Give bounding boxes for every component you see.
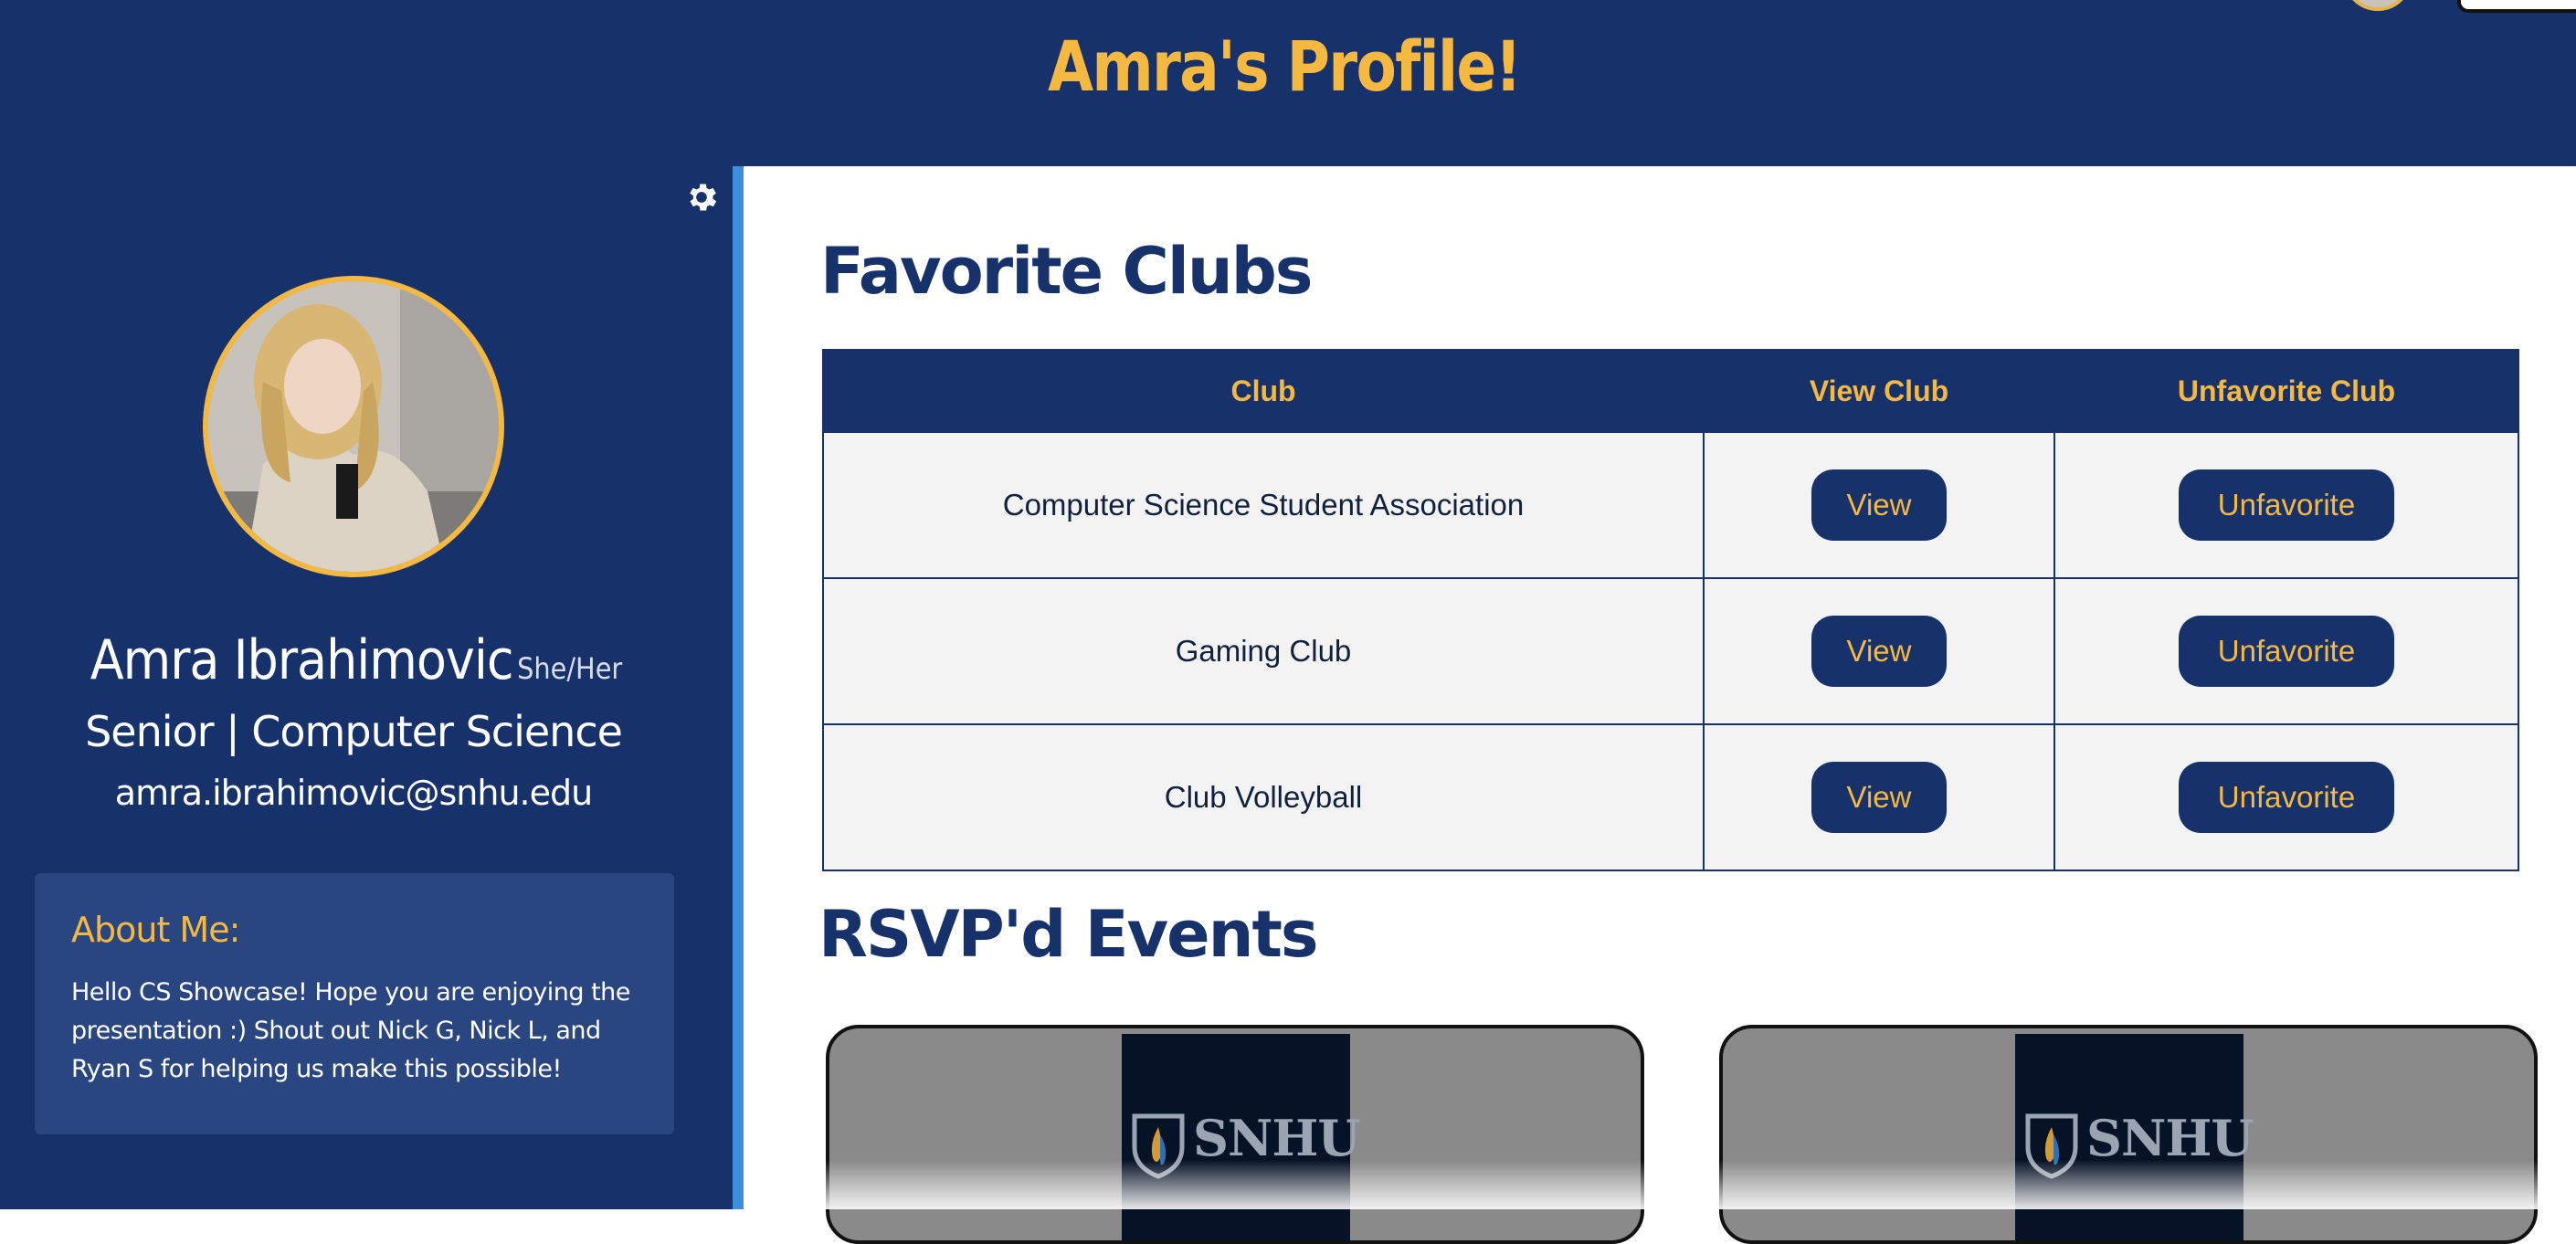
view-club-button[interactable]: View [1811, 762, 1947, 833]
favorite-clubs-title: Favorite Clubs [820, 234, 1313, 309]
event-image: SNHU [1122, 1034, 1360, 1240]
profile-name: Amra Ibrahimovic [90, 628, 514, 692]
profile-pronouns: She/Her [517, 651, 623, 686]
event-logo-text: SNHU [1193, 1109, 1360, 1167]
sidebar-divider [733, 166, 744, 1209]
profile-email: amra.ibrahimovic@snhu.edu [114, 773, 593, 813]
rsvp-events-title: RSVP'd Events [818, 897, 1319, 972]
unfavorite-club-button[interactable]: Unfavorite [2179, 616, 2394, 687]
view-club-button[interactable]: View [1811, 616, 1947, 687]
profile-major: Senior | Computer Science [85, 707, 623, 756]
club-name: Club Volleyball [822, 723, 1705, 871]
column-header-unfavorite-club: Unfavorite Club [2053, 349, 2519, 433]
page-title: Amra's Profile! [1048, 26, 1522, 107]
event-card[interactable]: SNHU [1719, 1025, 2538, 1244]
view-club-button[interactable]: View [1811, 469, 1947, 541]
unfavorite-club-button[interactable]: Unfavorite [2179, 762, 2394, 833]
event-logo-text: SNHU [2086, 1109, 2254, 1167]
header-menu-button[interactable] [2457, 0, 2576, 13]
table-row: Computer Science Student Association Vie… [822, 431, 2519, 579]
club-name: Gaming Club [822, 577, 1705, 725]
event-card[interactable]: SNHU [826, 1025, 1644, 1244]
favorite-clubs-table: Club View Club Unfavorite Club Computer … [822, 349, 2519, 871]
bottom-fade [744, 1160, 2576, 1209]
event-image: SNHU [2015, 1034, 2254, 1240]
about-me-card: About Me: Hello CS Showcase! Hope you ar… [35, 873, 674, 1134]
profile-name-line: Amra Ibrahimovic She/Her [0, 628, 713, 692]
unfavorite-club-button[interactable]: Unfavorite [2179, 469, 2394, 541]
about-me-text: Hello CS Showcase! Hope you are enjoying… [71, 978, 630, 1083]
top-header: Amra's Profile! [0, 0, 2576, 166]
gear-icon[interactable] [683, 179, 720, 216]
club-name: Computer Science Student Association [822, 431, 1705, 579]
table-row: Gaming Club View Unfavorite [822, 577, 2519, 725]
profile-avatar [203, 276, 504, 577]
column-header-club: Club [822, 349, 1705, 433]
column-header-view-club: View Club [1703, 349, 2055, 433]
header-avatar[interactable] [2343, 0, 2412, 11]
about-me-title: About Me: [71, 910, 240, 950]
table-row: Club Volleyball View Unfavorite [822, 723, 2519, 871]
